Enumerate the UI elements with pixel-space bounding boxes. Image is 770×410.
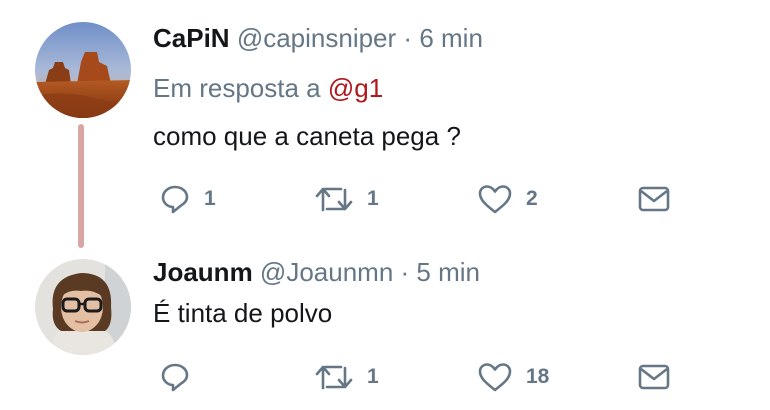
retweet-button[interactable]: 1	[315, 181, 379, 217]
direct-message-icon	[638, 186, 670, 212]
like-button[interactable]: 18	[478, 359, 549, 395]
tweet-header: Joaunm @Joaunmn · 5 min	[153, 256, 480, 288]
avatar-joaunm[interactable]	[35, 259, 131, 355]
separator-dot: ·	[400, 257, 410, 287]
like-count: 18	[526, 365, 550, 388]
retweet-count: 1	[367, 365, 379, 388]
separator-dot: ·	[403, 23, 413, 53]
tweet-capin: CaPiN @capinsniper · 6 min Em resposta a…	[0, 0, 770, 250]
display-name[interactable]: CaPiN	[153, 23, 230, 53]
like-button[interactable]: 2	[478, 181, 538, 217]
reply-button[interactable]: 1	[160, 181, 216, 217]
direct-message-icon	[638, 364, 670, 390]
timestamp[interactable]: 6 min	[419, 23, 483, 53]
reply-prefix: Em resposta a	[153, 73, 321, 103]
retweet-button[interactable]: 1	[315, 359, 379, 395]
reply-icon	[161, 363, 189, 392]
display-name[interactable]: Joaunm	[153, 257, 253, 287]
user-handle[interactable]: @capinsniper	[237, 23, 396, 53]
like-count: 2	[526, 187, 538, 210]
tweet-joaunm: Joaunm @Joaunmn · 5 min É tinta de polvo…	[0, 250, 770, 410]
retweet-icon	[315, 365, 353, 390]
reply-icon	[161, 185, 189, 214]
thread-connector-line	[78, 124, 84, 248]
avatar-capin[interactable]	[35, 22, 131, 118]
retweet-count: 1	[367, 187, 379, 210]
direct-message-button[interactable]	[638, 181, 670, 217]
direct-message-button[interactable]	[638, 359, 670, 395]
reply-count: 1	[204, 187, 216, 210]
reply-button[interactable]	[160, 359, 204, 395]
like-icon	[478, 185, 512, 214]
reply-mention-link[interactable]: @g1	[328, 73, 383, 103]
tweet-text: É tinta de polvo	[153, 298, 333, 328]
retweet-icon	[315, 187, 353, 212]
like-icon	[478, 363, 512, 392]
reply-context: Em resposta a @g1	[153, 72, 383, 104]
timestamp[interactable]: 5 min	[416, 257, 480, 287]
tweet-text: como que a caneta pega ?	[153, 121, 461, 151]
user-handle[interactable]: @Joaunmn	[260, 257, 393, 287]
tweet-header: CaPiN @capinsniper · 6 min	[153, 22, 483, 54]
